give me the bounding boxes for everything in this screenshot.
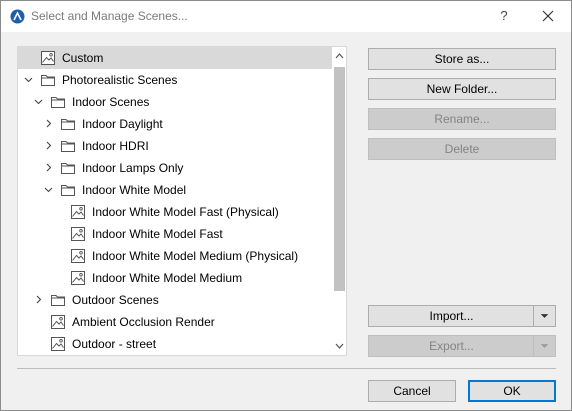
scroll-up-icon[interactable] <box>332 47 347 65</box>
close-icon[interactable] <box>533 3 563 29</box>
tree-row[interactable]: Ambient Occlusion Render <box>18 311 332 333</box>
scene-icon <box>51 315 65 329</box>
tree-row-label: Indoor White Model Medium (Physical) <box>92 249 299 263</box>
chevron-right-icon[interactable] <box>44 119 53 128</box>
select-manage-scenes-dialog: Select and Manage Scenes... ? Custom Phot… <box>0 0 572 411</box>
folder-icon <box>61 119 75 130</box>
tree-row-label: Indoor White Model <box>82 183 187 197</box>
tree-row-label: Indoor White Model Fast (Physical) <box>92 205 279 219</box>
scrollbar-thumb[interactable] <box>334 67 345 291</box>
scene-tree[interactable]: Custom Photorealistic Scenes Indoor Scenes… <box>17 46 347 356</box>
folder-icon <box>51 97 65 108</box>
tree-row[interactable]: Outdoor - street <box>18 333 332 355</box>
tree-row[interactable]: Indoor White Model Medium (Physical) <box>18 245 332 267</box>
tree-row[interactable]: Indoor Daylight <box>18 113 332 135</box>
tree-row-label: Photorealistic Scenes <box>62 73 178 87</box>
chevron-right-icon[interactable] <box>34 295 43 304</box>
tree-row-label: Indoor HDRI <box>82 139 149 153</box>
ok-button[interactable]: OK <box>468 380 556 402</box>
tree-row[interactable]: Indoor White Model <box>18 179 332 201</box>
chevron-down-icon[interactable] <box>24 75 33 84</box>
folder-icon <box>61 185 75 196</box>
scene-icon <box>71 249 85 263</box>
scene-icon <box>51 337 65 351</box>
chevron-down-icon[interactable] <box>44 185 53 194</box>
chevron-right-icon[interactable] <box>44 163 53 172</box>
rename-button[interactable]: Rename... <box>368 108 556 130</box>
tree-row[interactable]: Outdoor Scenes <box>18 289 332 311</box>
chevron-down-icon[interactable] <box>34 97 43 106</box>
title-bar: Select and Manage Scenes... ? <box>1 1 571 32</box>
tree-row-label: Indoor White Model Medium <box>92 271 243 285</box>
import-button-label: Import... <box>429 309 474 323</box>
tree-row[interactable]: Photorealistic Scenes <box>18 69 332 91</box>
tree-row-label: Indoor Daylight <box>82 117 163 131</box>
tree-row-label: Custom <box>62 51 104 65</box>
tree-row[interactable]: Indoor Scenes <box>18 91 332 113</box>
scene-tree-list: Custom Photorealistic Scenes Indoor Scenes… <box>18 47 332 355</box>
tree-row[interactable]: Indoor White Model Fast <box>18 223 332 245</box>
tree-row-label: Outdoor - street <box>72 337 157 351</box>
folder-icon <box>61 163 75 174</box>
folder-icon <box>41 75 55 86</box>
folder-icon <box>51 295 65 306</box>
tree-row[interactable]: Indoor White Model Fast (Physical) <box>18 201 332 223</box>
scroll-down-icon[interactable] <box>332 337 347 355</box>
tree-scrollbar[interactable] <box>332 47 347 355</box>
import-button[interactable]: Import... <box>368 305 556 327</box>
tree-row[interactable]: Indoor Lamps Only <box>18 157 332 179</box>
scene-icon <box>41 51 55 65</box>
scene-icon <box>71 271 85 285</box>
tree-row-label: Indoor White Model Fast <box>92 227 223 241</box>
footer-divider <box>17 368 556 369</box>
tree-row[interactable]: Indoor HDRI <box>18 135 332 157</box>
window-title: Select and Manage Scenes... <box>31 9 188 23</box>
scene-icon <box>71 205 85 219</box>
import-dropdown-icon[interactable] <box>533 306 555 326</box>
cancel-button[interactable]: Cancel <box>368 380 456 402</box>
tree-row-label: Indoor Lamps Only <box>82 161 184 175</box>
export-button-label: Export... <box>429 339 474 353</box>
tree-row[interactable]: Custom <box>18 47 332 69</box>
store-as-button[interactable]: Store as... <box>368 48 556 70</box>
export-dropdown-icon[interactable] <box>533 336 555 356</box>
tree-row-label: Outdoor Scenes <box>72 293 159 307</box>
folder-icon <box>61 141 75 152</box>
tree-row-label: Indoor Scenes <box>72 95 150 109</box>
app-logo-icon <box>10 9 25 24</box>
scene-icon <box>71 227 85 241</box>
delete-button[interactable]: Delete <box>368 138 556 160</box>
help-button[interactable]: ? <box>489 3 519 29</box>
tree-row-label: Ambient Occlusion Render <box>72 315 215 329</box>
chevron-right-icon[interactable] <box>44 141 53 150</box>
new-folder-button[interactable]: New Folder... <box>368 78 556 100</box>
export-button[interactable]: Export... <box>368 335 556 357</box>
tree-row[interactable]: Indoor White Model Medium <box>18 267 332 289</box>
